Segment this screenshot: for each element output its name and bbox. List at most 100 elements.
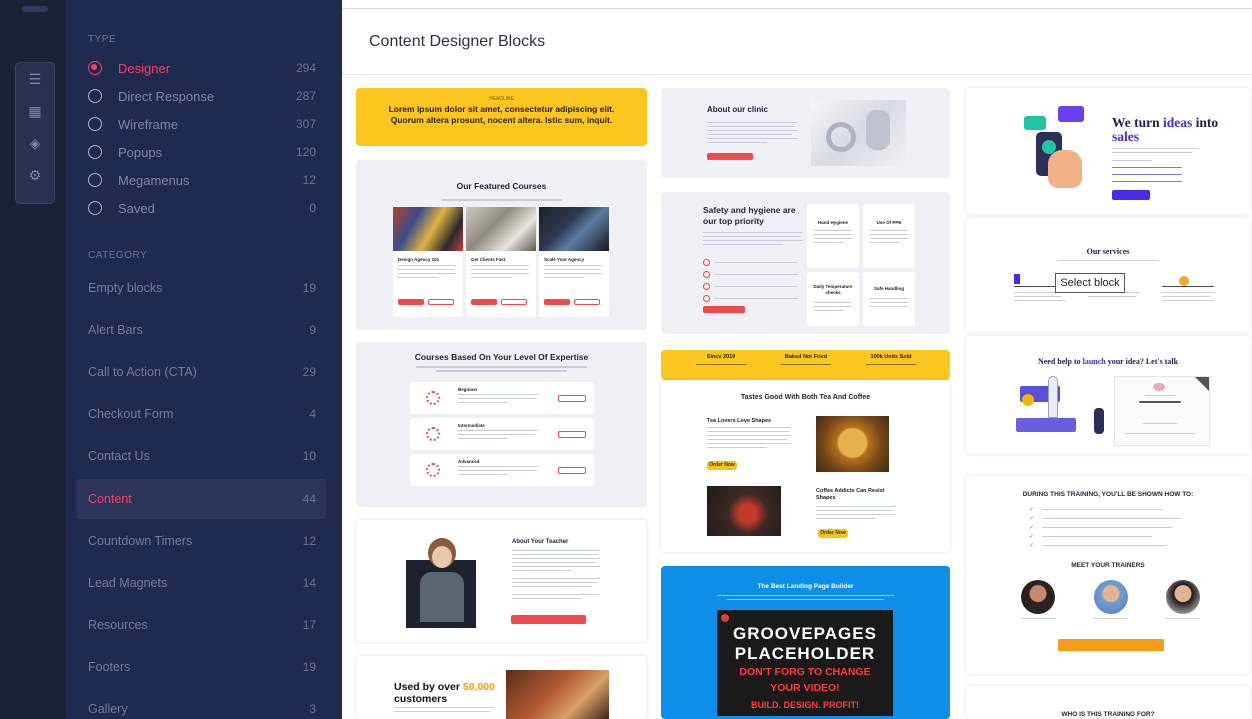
select-block-tooltip[interactable]: Select block <box>1055 273 1125 293</box>
pages-icon[interactable]: ☰ <box>16 63 54 95</box>
category-count: 29 <box>302 365 316 379</box>
category-lead-magnets[interactable]: Lead Magnets 14 <box>76 563 326 603</box>
course-title: Scale Your Agency <box>544 257 585 262</box>
category-label: Checkout Form <box>88 407 174 421</box>
type-option-designer[interactable]: Designer 294 <box>88 58 316 78</box>
category-contact-us[interactable]: Contact Us 10 <box>76 436 326 476</box>
text-line <box>1162 292 1214 293</box>
block-featured-courses[interactable]: Our Featured Courses Design Agency 101 G… <box>356 160 647 330</box>
category-count: 44 <box>302 492 316 506</box>
enroll-button <box>544 299 570 305</box>
text-line <box>544 273 602 274</box>
category-call-to-action[interactable]: Call to Action (CTA) 29 <box>76 352 326 392</box>
coffee-photo <box>707 486 781 536</box>
text-line <box>707 130 797 131</box>
calendar-avatar <box>1153 383 1165 391</box>
trainer-avatar <box>1094 580 1128 614</box>
block-small-label: HEADLINE <box>488 96 514 102</box>
block-safety-hygiene[interactable]: Safety and hygiene are our top priority … <box>661 192 950 334</box>
block-stats-bar[interactable]: Since 2019 Baked Not Fried 100k Units So… <box>661 350 950 380</box>
category-gallery[interactable]: Gallery 3 <box>76 689 326 719</box>
category-alert-bars[interactable]: Alert Bars 9 <box>76 310 326 350</box>
course-title: Get Clients Fast <box>471 257 506 262</box>
type-count: 120 <box>295 145 316 159</box>
block-landing-builder[interactable]: The Best Landing Page Builder GROOVEPAGE… <box>661 566 950 719</box>
text-line <box>703 232 803 233</box>
course-image <box>466 207 536 251</box>
text-line <box>814 310 844 311</box>
text-line <box>707 435 791 436</box>
radio-icon[interactable] <box>88 201 102 215</box>
block-launch-idea[interactable]: Need help to launch your idea? Let's tal… <box>966 336 1250 454</box>
block-our-services[interactable]: Our services Select block <box>966 218 1250 332</box>
settings-icon[interactable]: ⚙ <box>16 159 54 191</box>
text-line <box>814 242 844 243</box>
category-count: 17 <box>302 618 316 632</box>
block-about-clinic[interactable]: About our clinic <box>661 88 950 178</box>
text-line <box>458 394 538 395</box>
category-count: 3 <box>309 702 316 716</box>
layers-icon[interactable]: ◈ <box>16 127 54 159</box>
safety-card-title: Use Of PPE <box>876 220 902 225</box>
block-used-by[interactable]: Used by over 50,000 customers <box>356 656 647 719</box>
block-expertise-courses[interactable]: Courses Based On Your Level Of Expertise… <box>356 342 647 507</box>
text-line <box>703 236 801 237</box>
block-tea-coffee[interactable]: Tastes Good With Both Tea And Coffee Tea… <box>661 380 950 552</box>
title-pre: Need help to <box>1037 357 1083 366</box>
text-line <box>398 265 456 266</box>
radio-icon[interactable] <box>88 173 102 187</box>
type-label: Megamenus <box>118 172 190 188</box>
hand-illustration <box>1048 150 1082 188</box>
level-title: Beginner <box>458 387 478 392</box>
type-option-wireframe[interactable]: Wireframe 307 <box>88 114 316 134</box>
block-lorem-headline[interactable]: HEADLINE Lorem ipsum dolor sit amet, con… <box>356 88 647 146</box>
category-content[interactable]: Content 44 <box>76 479 326 519</box>
block-title: The Best Landing Page Builder <box>757 583 854 590</box>
stat-title: 100k Units Sold <box>870 354 912 360</box>
type-option-direct-response[interactable]: Direct Response 287 <box>88 86 316 106</box>
category-label: Alert Bars <box>88 323 143 337</box>
block-training-for[interactable]: WHO IS THIS TRAINING FOR? <box>966 686 1250 719</box>
type-option-megamenus[interactable]: Megamenus 12 <box>88 170 316 190</box>
text-line <box>870 230 908 231</box>
text-line <box>1112 181 1182 182</box>
block-title: Safety and hygiene are our top priority <box>703 205 796 226</box>
page-title: Content Designer Blocks <box>369 33 546 50</box>
radio-icon[interactable] <box>88 145 102 159</box>
clinic-device <box>826 122 856 152</box>
block-ideas-sales[interactable]: We turn ideas into sales <box>966 88 1250 214</box>
text-line <box>458 466 538 467</box>
category-checkout-form[interactable]: Checkout Form 4 <box>76 394 326 434</box>
type-option-saved[interactable]: Saved 0 <box>88 198 316 218</box>
block-title: About Your Teacher <box>512 539 569 545</box>
category-empty-blocks[interactable]: Empty blocks 19 <box>76 268 326 308</box>
radio-icon[interactable] <box>88 117 102 131</box>
text-line <box>707 134 792 135</box>
radio-icon[interactable] <box>88 89 102 103</box>
type-option-popups[interactable]: Popups 120 <box>88 142 316 162</box>
enroll-button <box>398 299 424 305</box>
text-line <box>727 599 884 600</box>
text-line <box>471 269 527 270</box>
block-title: Courses Based On Your Level Of Expertise <box>414 352 589 362</box>
category-footers[interactable]: Footers 19 <box>76 647 326 687</box>
rocket-illustration <box>1048 376 1058 418</box>
text-line <box>814 306 852 307</box>
block-about-teacher[interactable]: About Your Teacher <box>356 520 647 642</box>
text-line <box>512 582 598 583</box>
text-line <box>870 298 908 299</box>
radio-selected-icon[interactable] <box>88 61 102 75</box>
block-training[interactable]: DURING THIS TRAINING, YOU'LL BE SHOWN HO… <box>966 476 1250 674</box>
course-title: Design Agency 101 <box>398 257 440 262</box>
check-icon: ✓ <box>1029 534 1035 540</box>
course-card: Get Clients Fast <box>466 207 536 317</box>
category-countdown-timers[interactable]: Countdown Timers 12 <box>76 521 326 561</box>
blocks-icon[interactable]: ▦ <box>16 95 54 127</box>
category-resources[interactable]: Resources 17 <box>76 605 326 645</box>
placeholder-line: DON'T FORG TO CHANGE <box>739 666 871 678</box>
category-count: 12 <box>302 534 316 548</box>
text-line <box>781 364 831 365</box>
text-line <box>416 366 587 368</box>
text-line <box>512 566 600 567</box>
course-card: Design Agency 101 <box>393 207 463 317</box>
